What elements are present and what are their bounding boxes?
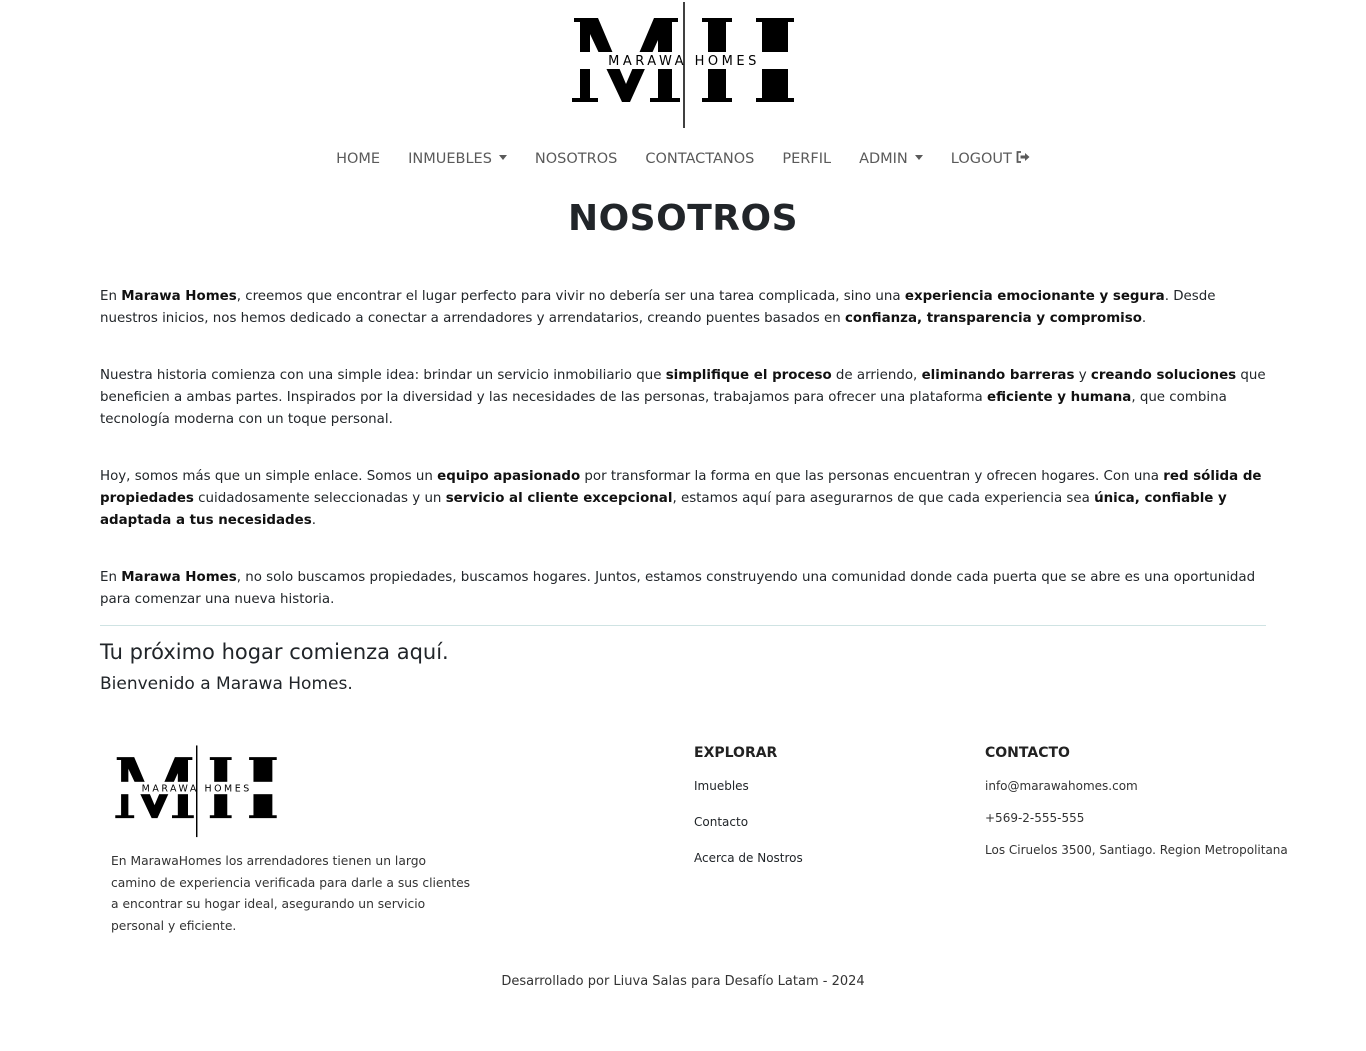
body-text: , no solo buscamos propiedades, buscamos… (100, 570, 1256, 607)
logo-wordmark: MARAWA HOMES (608, 54, 760, 69)
nav-nosotros-label: NOSOTROS (534, 151, 618, 167)
emphasis-text: simplifique el proceso (665, 368, 832, 383)
about-paragraph-1: En Marawa Homes, creemos que encontrar e… (100, 286, 1266, 330)
body-text: En (100, 570, 122, 585)
footer-credits: Desarrollado por Liuva Salas para Desafí… (501, 974, 865, 989)
emphasis-text: eficiente y humana (987, 390, 1132, 405)
body-text: por transformar la forma en que las pers… (580, 469, 1164, 484)
body-text: Hoy, somos más que un simple enlace. Som… (100, 469, 438, 484)
footer-explorar-title: EXPLORAR (694, 745, 778, 761)
emphasis-text: Marawa Homes (121, 289, 237, 304)
nav-logout-label: LOGOUT (950, 151, 1012, 167)
body-text: En (100, 289, 122, 304)
about-paragraph-2: Nuestra historia comienza con una simple… (100, 365, 1266, 431)
about-paragraph-3: Hoy, somos más que un simple enlace. Som… (100, 466, 1266, 532)
section-divider (100, 625, 1266, 626)
page-title: NOSOTROS (567, 198, 799, 239)
caret-down-icon (498, 155, 507, 160)
footer-about-text: En MarawaHomes los arrendadores tienen u… (111, 854, 471, 933)
about-paragraph-4: En Marawa Homes, no solo buscamos propie… (100, 567, 1266, 611)
emphasis-text: Marawa Homes (121, 570, 237, 585)
footer-link-nosotros[interactable]: Acerca de Nostros (694, 849, 803, 868)
emphasis-text: confianza, transparencia y compromiso (844, 311, 1142, 326)
body-text: y (1074, 368, 1091, 383)
body-text: . (1141, 311, 1147, 326)
footer-logo[interactable]: MARAWA HOMES (112, 744, 280, 840)
emphasis-text: eliminando barreras (921, 368, 1075, 383)
body-text: , creemos que encontrar el lugar perfect… (236, 289, 905, 304)
footer-phone: +569-2-555-555 (985, 811, 1085, 825)
site-header: MARAWA HOMES HOME INMUEBLES NOSOTROS CON… (0, 0, 1366, 190)
emphasis-text: creando soluciones (1090, 368, 1237, 383)
footer-logo-wordmark: MARAWA HOMES (142, 783, 252, 794)
nav-inmuebles-label: INMUEBLES (408, 151, 492, 167)
footer-explorar: EXPLORAR Imuebles Contacto Acerca de Nos… (694, 745, 803, 885)
footer-address: Los Ciruelos 3500, Santiago. Region Metr… (985, 843, 1288, 857)
caret-down-icon (914, 155, 923, 160)
body-text: . (311, 513, 316, 528)
body-text: de arriendo, (831, 368, 922, 383)
nav-admin-dropdown[interactable]: ADMIN (845, 148, 937, 170)
about-content: En Marawa Homes, creemos que encontrar e… (100, 286, 1266, 646)
nav-home-label: HOME (336, 151, 381, 167)
nav-contactanos[interactable]: CONTACTANOS (631, 148, 768, 170)
tagline-heading: Tu próximo hogar comienza aquí. (100, 640, 449, 664)
footer-contacto-title: CONTACTO (985, 745, 1070, 761)
nav-contactanos-label: CONTACTANOS (645, 151, 755, 167)
footer-contacto: CONTACTO info@marawahomes.com +569-2-555… (985, 745, 1288, 873)
nav-perfil[interactable]: PERFIL (768, 148, 845, 170)
body-text: cuidadosamente seleccionadas y un (193, 491, 446, 506)
nav-admin-label: ADMIN (859, 151, 908, 167)
emphasis-text: equipo apasionado (437, 469, 581, 484)
nav-perfil-label: PERFIL (782, 151, 832, 167)
emphasis-text: servicio al cliente excepcional (445, 491, 673, 506)
nav-nosotros[interactable]: NOSOTROS (521, 148, 631, 170)
marawa-homes-logo[interactable]: MARAWA HOMES (568, 0, 798, 132)
footer-link-inmuebles[interactable]: Imuebles (694, 777, 803, 796)
body-text: , estamos aquí para asegurarnos de que c… (672, 491, 1095, 506)
welcome-heading: Bienvenido a Marawa Homes. (100, 674, 353, 694)
sign-out-icon (1016, 151, 1030, 163)
emphasis-text: experiencia emocionante y segura (904, 289, 1165, 304)
nav-inmuebles-dropdown[interactable]: INMUEBLES (394, 148, 521, 170)
nav-logout[interactable]: LOGOUT (937, 148, 1044, 170)
body-text: Nuestra historia comienza con una simple… (100, 368, 666, 383)
footer-email: info@marawahomes.com (985, 779, 1138, 793)
main-navbar: HOME INMUEBLES NOSOTROS CONTACTANOS PERF… (0, 148, 1366, 170)
nav-home[interactable]: HOME (322, 148, 394, 170)
footer-link-contacto[interactable]: Contacto (694, 813, 803, 832)
